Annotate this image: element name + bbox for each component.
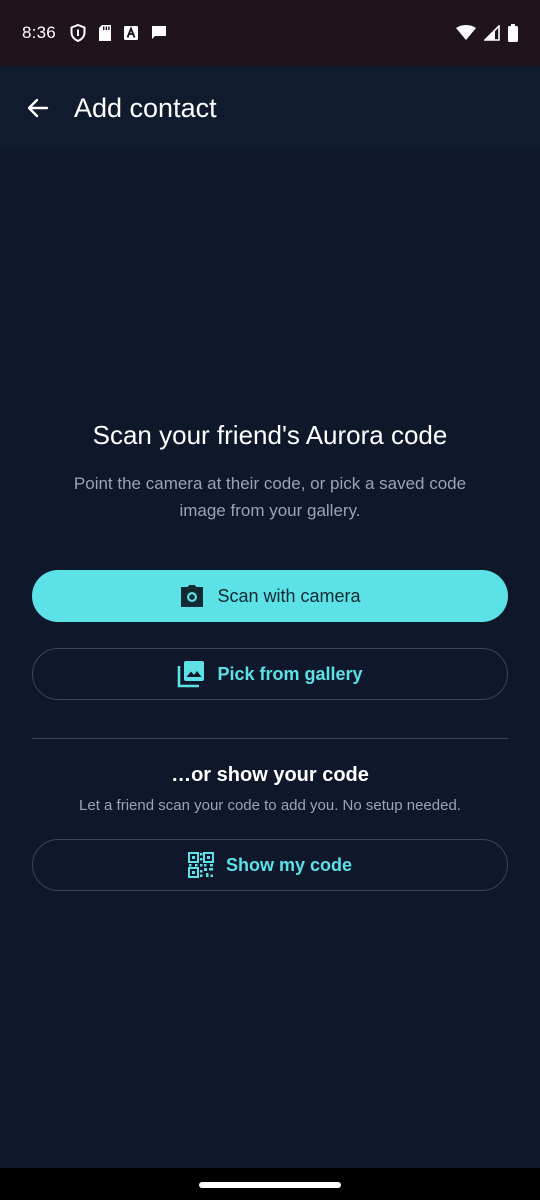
cell-signal-icon [484,25,500,41]
app-bar: Add contact [0,66,540,150]
divider [32,738,508,739]
camera-icon [179,584,205,608]
sd-card-icon [98,25,111,41]
status-time: 8:36 [22,23,56,42]
pick-from-gallery-button[interactable]: Pick from gallery [32,648,508,700]
home-indicator[interactable] [199,1182,341,1188]
status-bar: 8:36 [0,0,540,66]
screen: 8:36 Add contact Scan your friend's Auro… [0,0,540,1200]
arrow-back-icon [26,96,50,120]
qr-code-icon [187,852,214,878]
page-title: Add contact [74,92,217,123]
font-a-icon [123,26,138,40]
scan-with-camera-button[interactable]: Scan with camera [32,570,508,622]
scan-with-camera-label: Scan with camera [217,585,361,606]
show-code-subtitle: Let a friend scan your code to add you. … [79,797,461,814]
message-icon [151,25,167,41]
pick-from-gallery-label: Pick from gallery [217,663,363,684]
battery-icon [508,24,518,42]
show-code-title: …or show your code [171,764,369,786]
show-my-code-button[interactable]: Show my code [32,839,508,891]
back-button[interactable] [14,84,62,132]
gallery-icon [177,660,205,688]
status-icons-right [456,24,518,42]
shield-icon [70,24,86,42]
scan-subtitle: Point the camera at their code, or pick … [73,474,467,520]
wifi-icon [456,25,476,41]
show-my-code-label: Show my code [225,854,353,875]
status-icons-left [70,24,167,42]
scan-title: Scan your friend's Aurora code [92,420,448,450]
